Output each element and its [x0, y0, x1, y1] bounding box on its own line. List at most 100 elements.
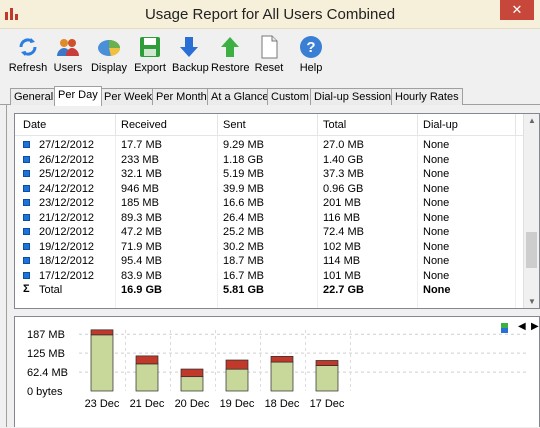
help-icon: ?	[299, 35, 323, 59]
cell-dialup: None	[423, 226, 450, 238]
cell-sent: 16.6 MB	[223, 197, 264, 209]
cell-received: 71.9 MB	[121, 240, 162, 253]
bar-sent-23-dec[interactable]	[90, 329, 114, 336]
day-icon	[23, 271, 30, 279]
table-header: Date Received Sent Total Dial-up	[15, 114, 525, 136]
tab-per-week[interactable]: Per Week	[100, 88, 157, 105]
day-icon	[23, 228, 30, 235]
cell-sent: 9.29 MB	[223, 139, 264, 151]
table-row[interactable]: 23/12/2012 185 MB 16.6 MB 201 MB None	[15, 196, 525, 210]
cell-sent: 18.7 MB	[223, 255, 264, 267]
column-header-dialup[interactable]: Dial-up	[423, 119, 458, 131]
cell-date: 24/12/2012	[39, 182, 95, 195]
cell-dialup: None	[423, 182, 450, 195]
y-tick-label: 62.4 MB	[27, 367, 68, 379]
cell-total: 102 MB	[323, 240, 361, 253]
export-icon	[138, 35, 162, 59]
total-cell-sent: 5.81 GB	[223, 284, 264, 296]
table-row[interactable]: 25/12/2012 32.1 MB 5.19 MB 37.3 MB None	[15, 167, 525, 181]
users-button[interactable]: Users	[52, 35, 84, 81]
column-header-date[interactable]: Date	[23, 119, 46, 131]
cell-sent: 16.7 MB	[223, 269, 264, 282]
scroll-up-icon[interactable]: ▲	[528, 116, 536, 125]
cell-received: 95.4 MB	[121, 255, 162, 267]
tab-per-day[interactable]: Per Day	[54, 86, 102, 106]
table-row[interactable]: 24/12/2012 946 MB 39.9 MB 0.96 GB None	[15, 182, 525, 196]
day-icon	[23, 155, 30, 163]
day-icon	[23, 199, 30, 206]
cell-dialup: None	[423, 139, 450, 151]
bar-received-18-dec[interactable]	[270, 361, 294, 392]
table-row[interactable]: 26/12/2012 233 MB 1.18 GB 1.40 GB None	[15, 153, 525, 167]
cell-date: 20/12/2012	[39, 226, 95, 238]
x-tick-label: 21 Dec	[130, 398, 165, 410]
x-tick-label: 19 Dec	[220, 398, 255, 410]
cell-total: 27.0 MB	[323, 139, 364, 151]
cell-sent: 5.19 MB	[223, 168, 264, 180]
reset-icon	[257, 35, 281, 59]
refresh-button[interactable]: Refresh	[8, 35, 48, 81]
day-icon	[23, 170, 30, 177]
sigma-icon: Σ	[23, 283, 30, 295]
scroll-thumb[interactable]	[526, 232, 537, 268]
reset-button[interactable]: Reset	[254, 35, 284, 81]
bar-received-19-dec[interactable]	[225, 368, 249, 392]
table-row[interactable]: 18/12/2012 95.4 MB 18.7 MB 114 MB None	[15, 254, 525, 268]
bar-sent-19-dec[interactable]	[225, 359, 249, 370]
table-row[interactable]: 27/12/2012 17.7 MB 9.29 MB 27.0 MB None	[15, 138, 525, 152]
cell-sent: 1.18 GB	[223, 153, 264, 166]
legend-icon[interactable]	[501, 323, 508, 333]
total-row[interactable]: Σ Total 16.9 GB 5.81 GB 22.7 GB None	[15, 283, 525, 297]
bar-sent-21-dec[interactable]	[135, 355, 159, 365]
bar-sent-17-dec[interactable]	[315, 360, 339, 366]
table-row[interactable]: 21/12/2012 89.3 MB 26.4 MB 116 MB None	[15, 211, 525, 225]
day-icon	[23, 242, 30, 250]
cell-sent: 25.2 MB	[223, 226, 264, 238]
export-button[interactable]: Export	[133, 35, 167, 81]
help-button[interactable]: ? Help	[297, 35, 325, 81]
bar-received-21-dec[interactable]	[135, 363, 159, 392]
scroll-down-icon[interactable]: ▼	[528, 297, 536, 306]
cell-date: 19/12/2012	[39, 240, 95, 253]
tab-per-month[interactable]: Per Month	[152, 88, 211, 105]
total-cell-date: Total	[39, 284, 63, 296]
vertical-scrollbar[interactable]: ▲ ▼	[523, 114, 539, 308]
table-row[interactable]: 17/12/2012 83.9 MB 16.7 MB 101 MB None	[15, 269, 525, 283]
x-tick-label: 17 Dec	[310, 398, 345, 410]
column-header-received[interactable]: Received	[121, 119, 167, 131]
backup-button[interactable]: Backup	[172, 35, 209, 81]
cell-date: 17/12/2012	[39, 269, 95, 282]
cell-date: 25/12/2012	[39, 168, 95, 180]
bar-received-20-dec[interactable]	[180, 376, 204, 392]
cell-date: 23/12/2012	[39, 197, 95, 209]
cell-total: 201 MB	[323, 197, 361, 209]
tab-general[interactable]: General	[10, 88, 58, 105]
close-button[interactable]: ✕	[500, 0, 534, 20]
bar-sent-18-dec[interactable]	[270, 356, 294, 363]
restore-button[interactable]: Restore	[211, 35, 250, 81]
bar-received-17-dec[interactable]	[315, 365, 339, 392]
column-header-total[interactable]: Total	[323, 119, 346, 131]
cell-dialup: None	[423, 255, 450, 267]
cell-received: 946 MB	[121, 182, 159, 195]
bar-sent-20-dec[interactable]	[180, 368, 204, 378]
display-button[interactable]: Display	[90, 35, 128, 81]
refresh-icon	[16, 35, 40, 59]
column-header-sent[interactable]: Sent	[223, 119, 246, 131]
tab-hourly-rates[interactable]: Hourly Rates	[391, 88, 463, 105]
total-cell-dialup: None	[423, 284, 451, 296]
window-title: Usage Report for All Users Combined	[144, 6, 396, 23]
tab-dialup-sessions[interactable]: Dial-up Sessions	[310, 88, 401, 105]
bar-received-23-dec[interactable]	[90, 334, 114, 392]
tab-custom[interactable]: Custom	[267, 88, 313, 105]
cell-dialup: None	[423, 240, 450, 253]
tab-strip: General Per Day Per Week Per Month At a …	[0, 86, 540, 106]
usage-table[interactable]: Date Received Sent Total Dial-up 27/12/2…	[14, 113, 540, 309]
x-tick-label: 23 Dec	[85, 398, 120, 410]
tab-at-a-glance[interactable]: At a Glance	[207, 88, 273, 105]
chart-forward-icon[interactable]: ▶	[531, 321, 539, 332]
chart-back-icon[interactable]: ◀	[518, 321, 526, 332]
table-row[interactable]: 20/12/2012 47.2 MB 25.2 MB 72.4 MB None	[15, 225, 525, 239]
table-row[interactable]: 19/12/2012 71.9 MB 30.2 MB 102 MB None	[15, 240, 525, 254]
cell-date: 26/12/2012	[39, 153, 95, 166]
